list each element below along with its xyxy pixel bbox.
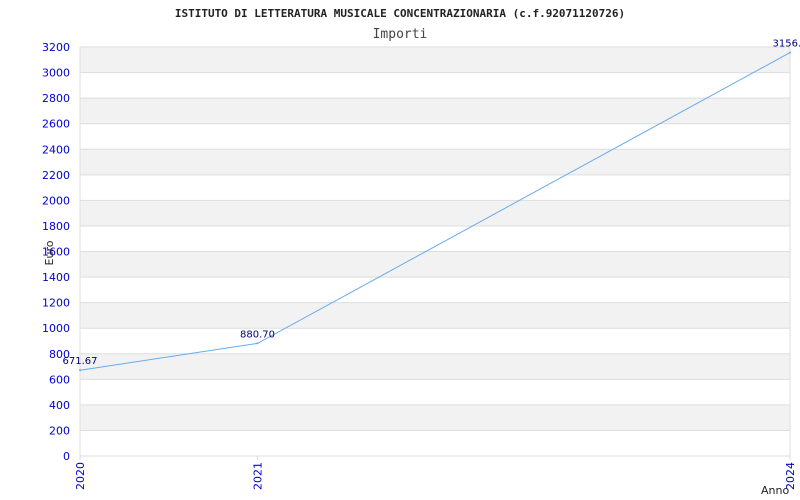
x-axis-title: Anno <box>761 484 789 497</box>
data-point <box>256 342 259 345</box>
grid-band <box>80 72 790 99</box>
chart-subtitle: Importi <box>373 27 428 42</box>
data-label: 3156.0 <box>773 39 800 50</box>
grid-band <box>80 200 790 226</box>
y-tick-label: 1800 <box>42 220 70 233</box>
y-axis-title: Euro <box>43 240 56 265</box>
y-tick-label: 1000 <box>42 322 70 335</box>
y-tick-label: 1200 <box>42 297 70 310</box>
data-label: 671.67 <box>63 356 98 367</box>
grid-band <box>80 174 790 201</box>
y-tick-label: 1400 <box>42 271 70 284</box>
line-chart: 0200400600800100012001400160018002000220… <box>42 7 800 497</box>
y-tick-label: 2800 <box>42 92 70 105</box>
y-tick-label: 600 <box>49 373 70 386</box>
y-tick-label: 2400 <box>42 143 70 156</box>
grid-band <box>80 302 790 329</box>
grid-band <box>80 404 790 431</box>
grid-band <box>80 328 790 354</box>
grid-band <box>80 430 790 456</box>
grid-band <box>80 379 790 405</box>
data-label: 880.70 <box>240 329 275 340</box>
grid-band <box>80 251 790 278</box>
y-tick-label: 200 <box>49 424 70 437</box>
y-tick-label: 400 <box>49 399 70 412</box>
grid-band <box>80 353 790 380</box>
grid-band <box>80 149 790 175</box>
y-tick-label: 3200 <box>42 41 70 54</box>
y-tick-label: 3000 <box>42 67 70 80</box>
grid-band <box>80 277 790 303</box>
data-point <box>79 369 81 372</box>
x-tick-labels: 2020 2021 2024 <box>74 462 797 490</box>
x-tick-label: 2020 <box>74 462 87 490</box>
grid-band <box>80 47 790 73</box>
x-tick-label: 2021 <box>252 462 265 490</box>
y-tick-label: 0 <box>63 450 70 463</box>
y-tick-label: 2200 <box>42 169 70 182</box>
grid-band <box>80 123 790 150</box>
data-point <box>789 51 791 54</box>
y-tick-label: 2000 <box>42 194 70 207</box>
y-tick-label: 2600 <box>42 118 70 131</box>
grid-band <box>80 225 790 252</box>
chart-title: ISTITUTO DI LETTERATURA MUSICALE CONCENT… <box>175 7 625 20</box>
